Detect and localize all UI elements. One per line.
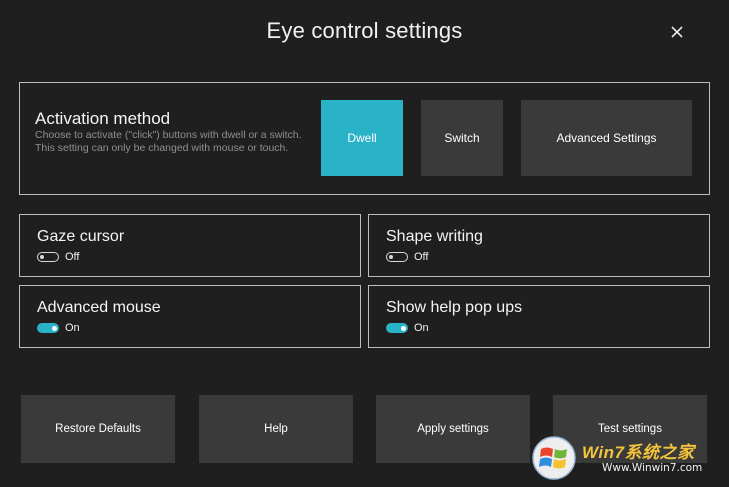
gaze-cursor-title: Gaze cursor: [37, 228, 125, 245]
close-button[interactable]: [667, 22, 687, 42]
show-help-popups-toggle[interactable]: [386, 323, 408, 333]
test-settings-button[interactable]: Test settings: [553, 395, 707, 463]
gaze-cursor-state: Off: [65, 251, 80, 263]
activation-method-description: Choose to activate ("click") buttons wit…: [35, 129, 302, 154]
activation-method-panel: Activation method Choose to activate ("c…: [19, 82, 710, 195]
shape-writing-title: Shape writing: [386, 228, 483, 245]
close-icon: [671, 26, 683, 38]
help-button[interactable]: Help: [199, 395, 353, 463]
advanced-mouse-state: On: [65, 322, 80, 334]
activation-method-title: Activation method: [35, 109, 171, 128]
shape-writing-state: Off: [414, 251, 429, 263]
switch-button[interactable]: Switch: [421, 100, 503, 176]
shape-writing-toggle[interactable]: [386, 252, 408, 262]
show-help-popups-title: Show help pop ups: [386, 299, 523, 316]
shape-writing-card: Shape writing Off: [368, 214, 710, 277]
show-help-popups-card: Show help pop ups On: [368, 285, 710, 348]
show-help-popups-state: On: [414, 322, 429, 334]
gaze-cursor-card: Gaze cursor Off: [19, 214, 361, 277]
restore-defaults-button[interactable]: Restore Defaults: [21, 395, 175, 463]
advanced-mouse-card: Advanced mouse On: [19, 285, 361, 348]
advanced-mouse-title: Advanced mouse: [37, 299, 161, 316]
advanced-mouse-toggle[interactable]: [37, 323, 59, 333]
gaze-cursor-toggle[interactable]: [37, 252, 59, 262]
watermark-url: Www.Winwin7.com: [602, 462, 703, 474]
dwell-button[interactable]: Dwell: [321, 100, 403, 176]
advanced-settings-button[interactable]: Advanced Settings: [521, 100, 692, 176]
window-title: Eye control settings: [266, 18, 463, 43]
apply-settings-button[interactable]: Apply settings: [376, 395, 530, 463]
